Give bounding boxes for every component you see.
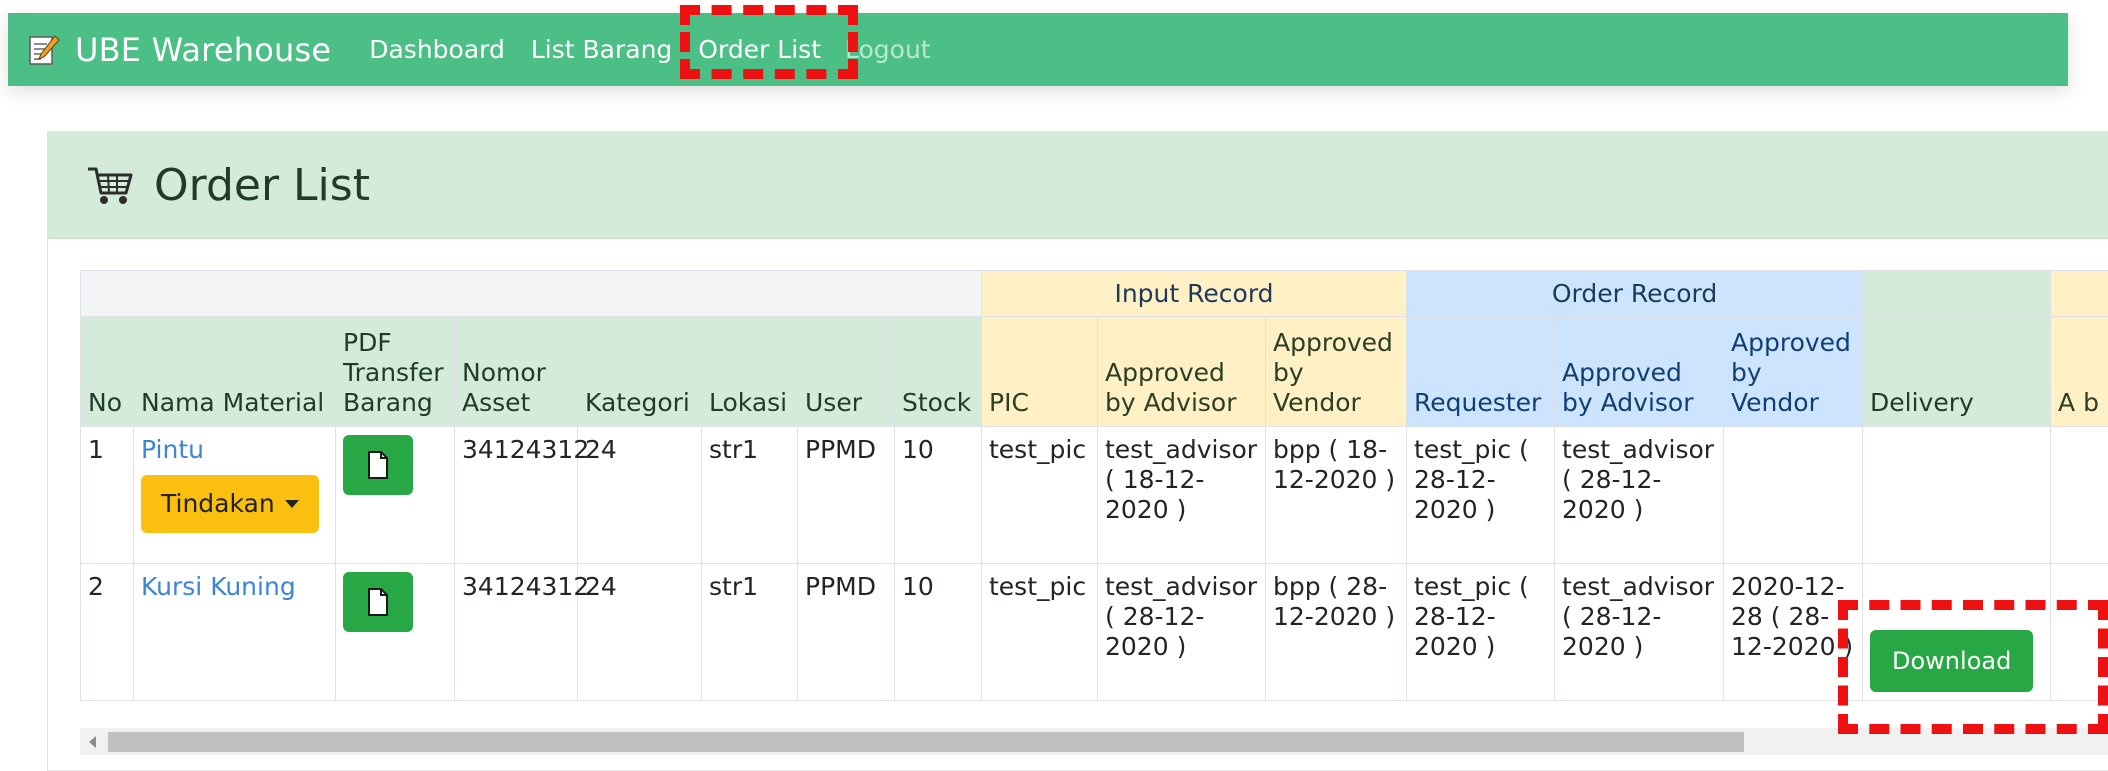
cell-delivery: Download [1863, 564, 2051, 701]
cell-nama-material: Kursi Kuning [134, 564, 336, 701]
group-header-delivery [1863, 271, 2051, 317]
scrollbar-thumb[interactable] [108, 732, 1744, 752]
col-header-requester[interactable]: Requester [1407, 317, 1555, 427]
column-header-row: No Nama Material PDF Transfer Barang Nom… [81, 317, 2108, 427]
scroll-left-arrow-icon[interactable] [89, 736, 96, 748]
cell-pdf [336, 564, 455, 701]
cell-stock: 10 [895, 427, 982, 564]
order-table-container: Input Record Order Record No Nama Materi… [80, 270, 2108, 704]
order-table: Input Record Order Record No Nama Materi… [80, 270, 2108, 701]
group-header-next [2051, 271, 2108, 317]
cell-no: 2 [81, 564, 134, 701]
tindakan-dropdown-button[interactable]: Tindakan [141, 475, 319, 533]
nav-list-barang[interactable]: List Barang [531, 35, 672, 64]
cell-input-advisor: test_advisor ( 28-12-2020 ) [1098, 564, 1266, 701]
top-navbar: UBE Warehouse Dashboard List Barang Orde… [8, 13, 2068, 86]
brand-name: UBE Warehouse [75, 31, 331, 69]
download-button[interactable]: Download [1870, 630, 2033, 692]
cell-next [2051, 564, 2108, 701]
horizontal-scrollbar[interactable] [80, 728, 2108, 755]
col-header-stock[interactable]: Stock [895, 317, 982, 427]
document-icon [367, 588, 389, 616]
document-icon [367, 451, 389, 479]
cell-requester: test_pic ( 28-12-2020 ) [1407, 564, 1555, 701]
material-link[interactable]: Pintu [141, 435, 328, 465]
nav-dashboard[interactable]: Dashboard [369, 35, 505, 64]
group-header-order-record: Order Record [1407, 271, 1863, 317]
page-title: Order List [154, 160, 370, 211]
cell-order-vendor [1724, 427, 1863, 564]
group-header-empty [81, 271, 982, 317]
tindakan-label: Tindakan [161, 489, 275, 519]
cell-pic: test_pic [982, 427, 1098, 564]
col-header-next[interactable]: A b [2051, 317, 2108, 427]
table-row: 2 Kursi Kuning 34124312 24 str1 PPMD 10 … [81, 564, 2108, 701]
table-row: 1 Pintu Tindakan 34124312 24 str1 P [81, 427, 2108, 564]
col-header-user[interactable]: User [798, 317, 895, 427]
nav-links: Dashboard List Barang Order List Logout [351, 35, 930, 64]
material-link[interactable]: Kursi Kuning [141, 572, 328, 602]
cell-input-advisor: test_advisor ( 18-12-2020 ) [1098, 427, 1266, 564]
nav-logout[interactable]: Logout [845, 35, 931, 64]
brand[interactable]: UBE Warehouse [27, 31, 331, 69]
cell-lokasi: str1 [702, 564, 798, 701]
pdf-document-button[interactable] [343, 572, 413, 632]
card-header: Order List [48, 132, 2108, 239]
cell-delivery [1863, 427, 2051, 564]
cell-next [2051, 427, 2108, 564]
col-header-lokasi[interactable]: Lokasi [702, 317, 798, 427]
cell-kategori: 24 [578, 564, 702, 701]
col-header-input-approved-advisor[interactable]: Approved by Advisor [1098, 317, 1266, 427]
col-header-pdf-transfer[interactable]: PDF Transfer Barang [336, 317, 455, 427]
col-header-nama-material[interactable]: Nama Material [134, 317, 336, 427]
col-header-pic[interactable]: PIC [982, 317, 1098, 427]
cell-input-vendor: bpp ( 18-12-2020 ) [1266, 427, 1407, 564]
cell-nomor-asset: 34124312 [455, 564, 578, 701]
col-header-no[interactable]: No [81, 317, 134, 427]
cell-order-vendor: 2020-12-28 ( 28-12-2020 ) [1724, 564, 1863, 701]
cell-order-advisor: test_advisor ( 28-12-2020 ) [1555, 564, 1724, 701]
col-header-order-approved-advisor[interactable]: Approved by Advisor [1555, 317, 1724, 427]
group-header-row: Input Record Order Record [81, 271, 2108, 317]
cell-lokasi: str1 [702, 427, 798, 564]
pdf-document-button[interactable] [343, 435, 413, 495]
cell-nama-material: Pintu Tindakan [134, 427, 336, 564]
cell-nomor-asset: 34124312 [455, 427, 578, 564]
cell-kategori: 24 [578, 427, 702, 564]
col-header-nomor-asset[interactable]: Nomor Asset [455, 317, 578, 427]
col-header-input-approved-vendor[interactable]: Approved by Vendor [1266, 317, 1407, 427]
col-header-kategori[interactable]: Kategori [578, 317, 702, 427]
cell-user: PPMD [798, 564, 895, 701]
memo-icon [27, 33, 61, 67]
cell-pdf [336, 427, 455, 564]
col-header-delivery[interactable]: Delivery [1863, 317, 2051, 427]
col-header-order-approved-vendor[interactable]: Approved by Vendor [1724, 317, 1863, 427]
caret-down-icon [285, 500, 299, 508]
cell-stock: 10 [895, 564, 982, 701]
cell-requester: test_pic ( 28-12-2020 ) [1407, 427, 1555, 564]
shopping-cart-icon [84, 159, 136, 211]
cell-input-vendor: bpp ( 28-12-2020 ) [1266, 564, 1407, 701]
cell-no: 1 [81, 427, 134, 564]
cell-pic: test_pic [982, 564, 1098, 701]
nav-order-list[interactable]: Order List [698, 35, 821, 64]
cell-order-advisor: test_advisor ( 28-12-2020 ) [1555, 427, 1724, 564]
group-header-input-record: Input Record [982, 271, 1407, 317]
cell-user: PPMD [798, 427, 895, 564]
